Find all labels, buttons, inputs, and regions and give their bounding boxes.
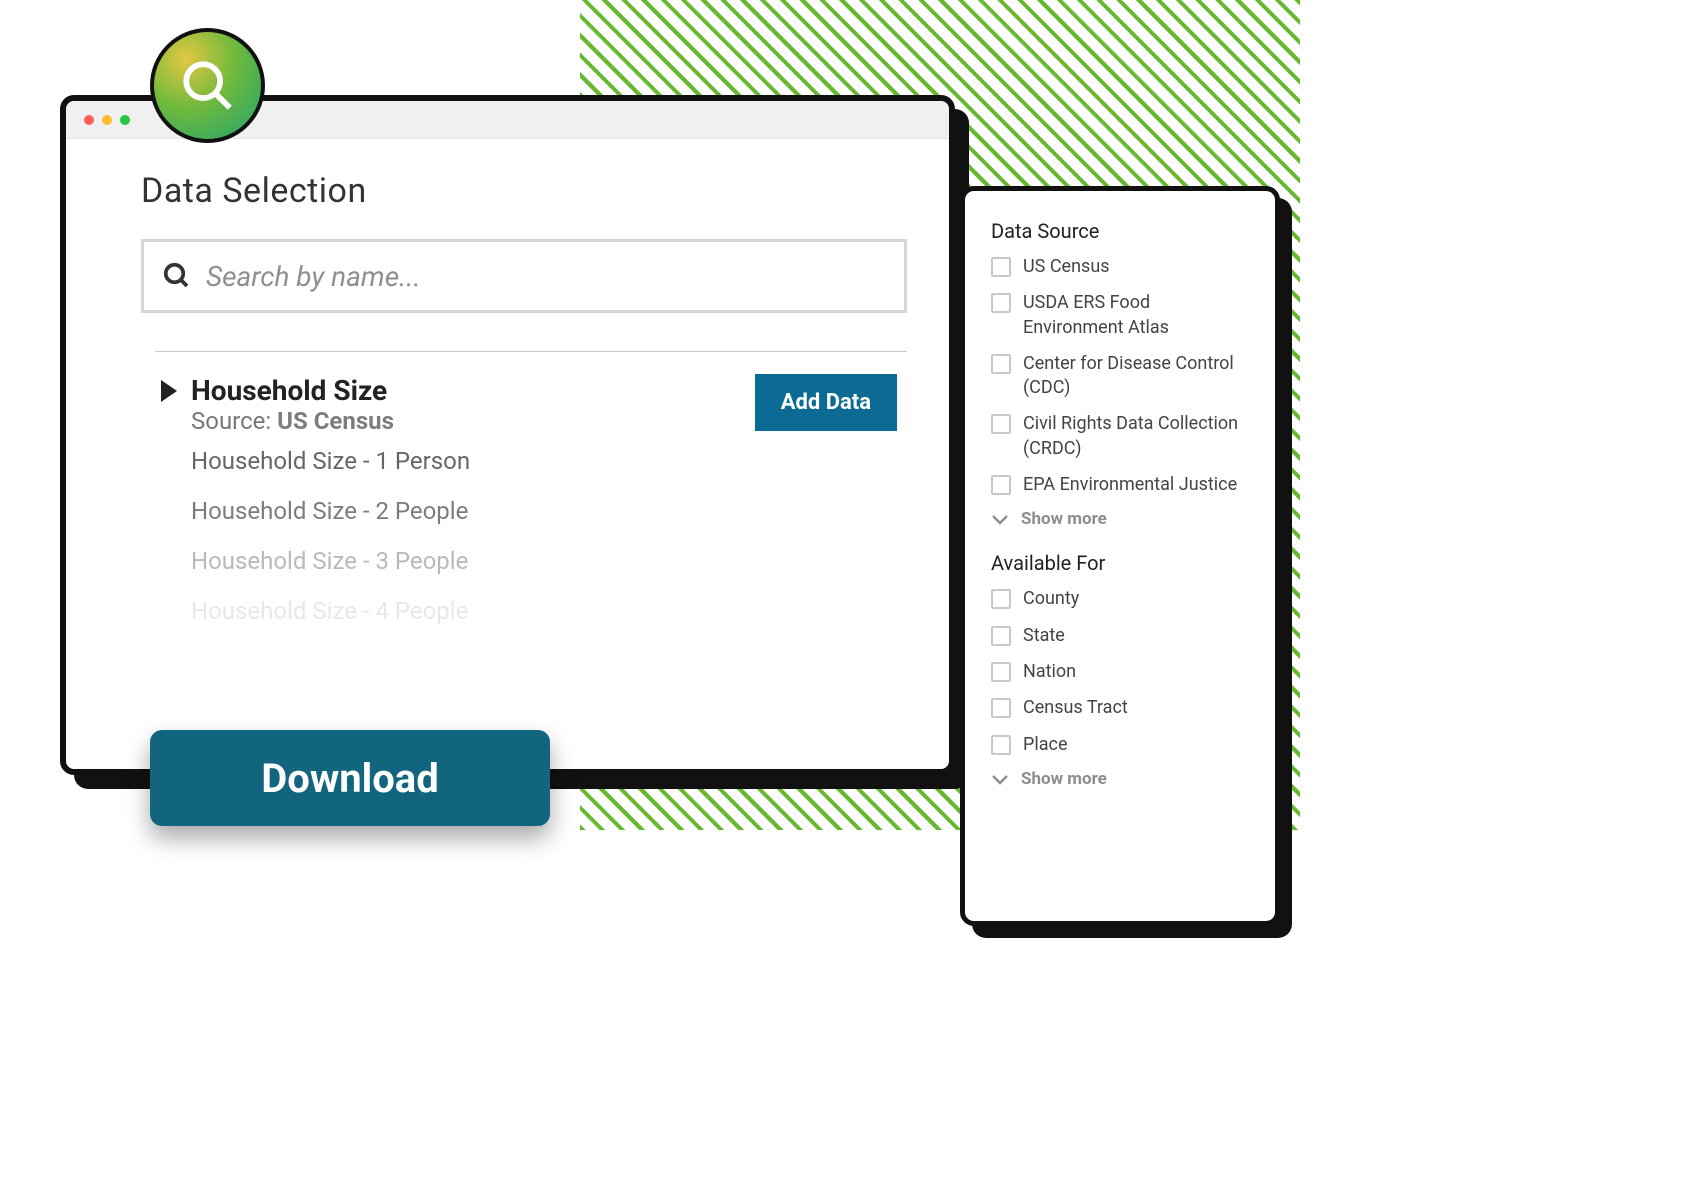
checkbox[interactable]: [991, 354, 1011, 374]
result-source: Source: US Census: [191, 407, 394, 435]
facet-label: Census Tract: [1023, 696, 1128, 720]
facet-label: US Census: [1023, 255, 1110, 279]
facet-label: Center for Disease Control (CDC): [1023, 352, 1249, 401]
divider: [155, 351, 907, 352]
checkbox[interactable]: [991, 475, 1011, 495]
facet-option[interactable]: Nation: [991, 660, 1249, 684]
facet-option[interactable]: County: [991, 587, 1249, 611]
result-source-prefix: Source:: [191, 407, 277, 435]
browser-content: Data Selection Household Size Source: US…: [66, 139, 949, 625]
checkbox[interactable]: [991, 257, 1011, 277]
checkbox[interactable]: [991, 589, 1011, 609]
list-item[interactable]: Household Size - 3 People: [191, 547, 907, 575]
search-input-wrapper[interactable]: [141, 239, 907, 313]
facet-label: USDA ERS Food Environment Atlas: [1023, 291, 1249, 340]
chevron-down-icon: [991, 773, 1009, 785]
checkbox[interactable]: [991, 414, 1011, 434]
facet-option[interactable]: EPA Environmental Justice: [991, 473, 1249, 497]
checkbox[interactable]: [991, 735, 1011, 755]
search-icon: [179, 57, 237, 115]
facet-label: EPA Environmental Justice: [1023, 473, 1237, 497]
add-data-button[interactable]: Add Data: [755, 374, 897, 431]
facet-option[interactable]: US Census: [991, 255, 1249, 279]
facet-label: Nation: [1023, 660, 1076, 684]
facet-label: Place: [1023, 733, 1068, 757]
facet-heading-available-for: Available For: [991, 551, 1249, 575]
show-more-label: Show more: [1021, 509, 1107, 529]
checkbox[interactable]: [991, 293, 1011, 313]
expand-icon[interactable]: [161, 380, 177, 402]
list-item[interactable]: Household Size - 2 People: [191, 497, 907, 525]
list-item[interactable]: Household Size - 4 People: [191, 597, 907, 625]
window-zoom-dot[interactable]: [120, 115, 130, 125]
result-items: Household Size - 1 Person Household Size…: [191, 447, 907, 625]
facet-option[interactable]: State: [991, 624, 1249, 648]
facet-label: County: [1023, 587, 1079, 611]
result-row: Household Size Source: US Census Add Dat…: [161, 374, 907, 435]
window-close-dot[interactable]: [84, 115, 94, 125]
result-title: Household Size: [191, 374, 394, 407]
search-icon: [162, 261, 192, 291]
chevron-down-icon: [991, 513, 1009, 525]
window-minimize-dot[interactable]: [102, 115, 112, 125]
facet-label: Civil Rights Data Collection (CRDC): [1023, 412, 1249, 461]
checkbox[interactable]: [991, 698, 1011, 718]
checkbox[interactable]: [991, 626, 1011, 646]
list-item[interactable]: Household Size - 1 Person: [191, 447, 907, 475]
facet-option[interactable]: Civil Rights Data Collection (CRDC): [991, 412, 1249, 461]
facet-heading-data-source: Data Source: [991, 219, 1249, 243]
facet-label: State: [1023, 624, 1065, 648]
show-more-data-source[interactable]: Show more: [991, 509, 1249, 529]
facet-panel: Data Source US Census USDA ERS Food Envi…: [960, 186, 1280, 926]
browser-window: Data Selection Household Size Source: US…: [60, 95, 955, 775]
facet-option[interactable]: Census Tract: [991, 696, 1249, 720]
search-input[interactable]: [206, 260, 886, 293]
facet-option[interactable]: Place: [991, 733, 1249, 757]
show-more-label: Show more: [1021, 769, 1107, 789]
search-badge: [150, 28, 265, 143]
download-button[interactable]: Download: [150, 730, 550, 826]
checkbox[interactable]: [991, 662, 1011, 682]
facet-option[interactable]: USDA ERS Food Environment Atlas: [991, 291, 1249, 340]
show-more-available-for[interactable]: Show more: [991, 769, 1249, 789]
page-title: Data Selection: [141, 171, 907, 211]
facet-option[interactable]: Center for Disease Control (CDC): [991, 352, 1249, 401]
result-source-name: US Census: [277, 407, 394, 435]
